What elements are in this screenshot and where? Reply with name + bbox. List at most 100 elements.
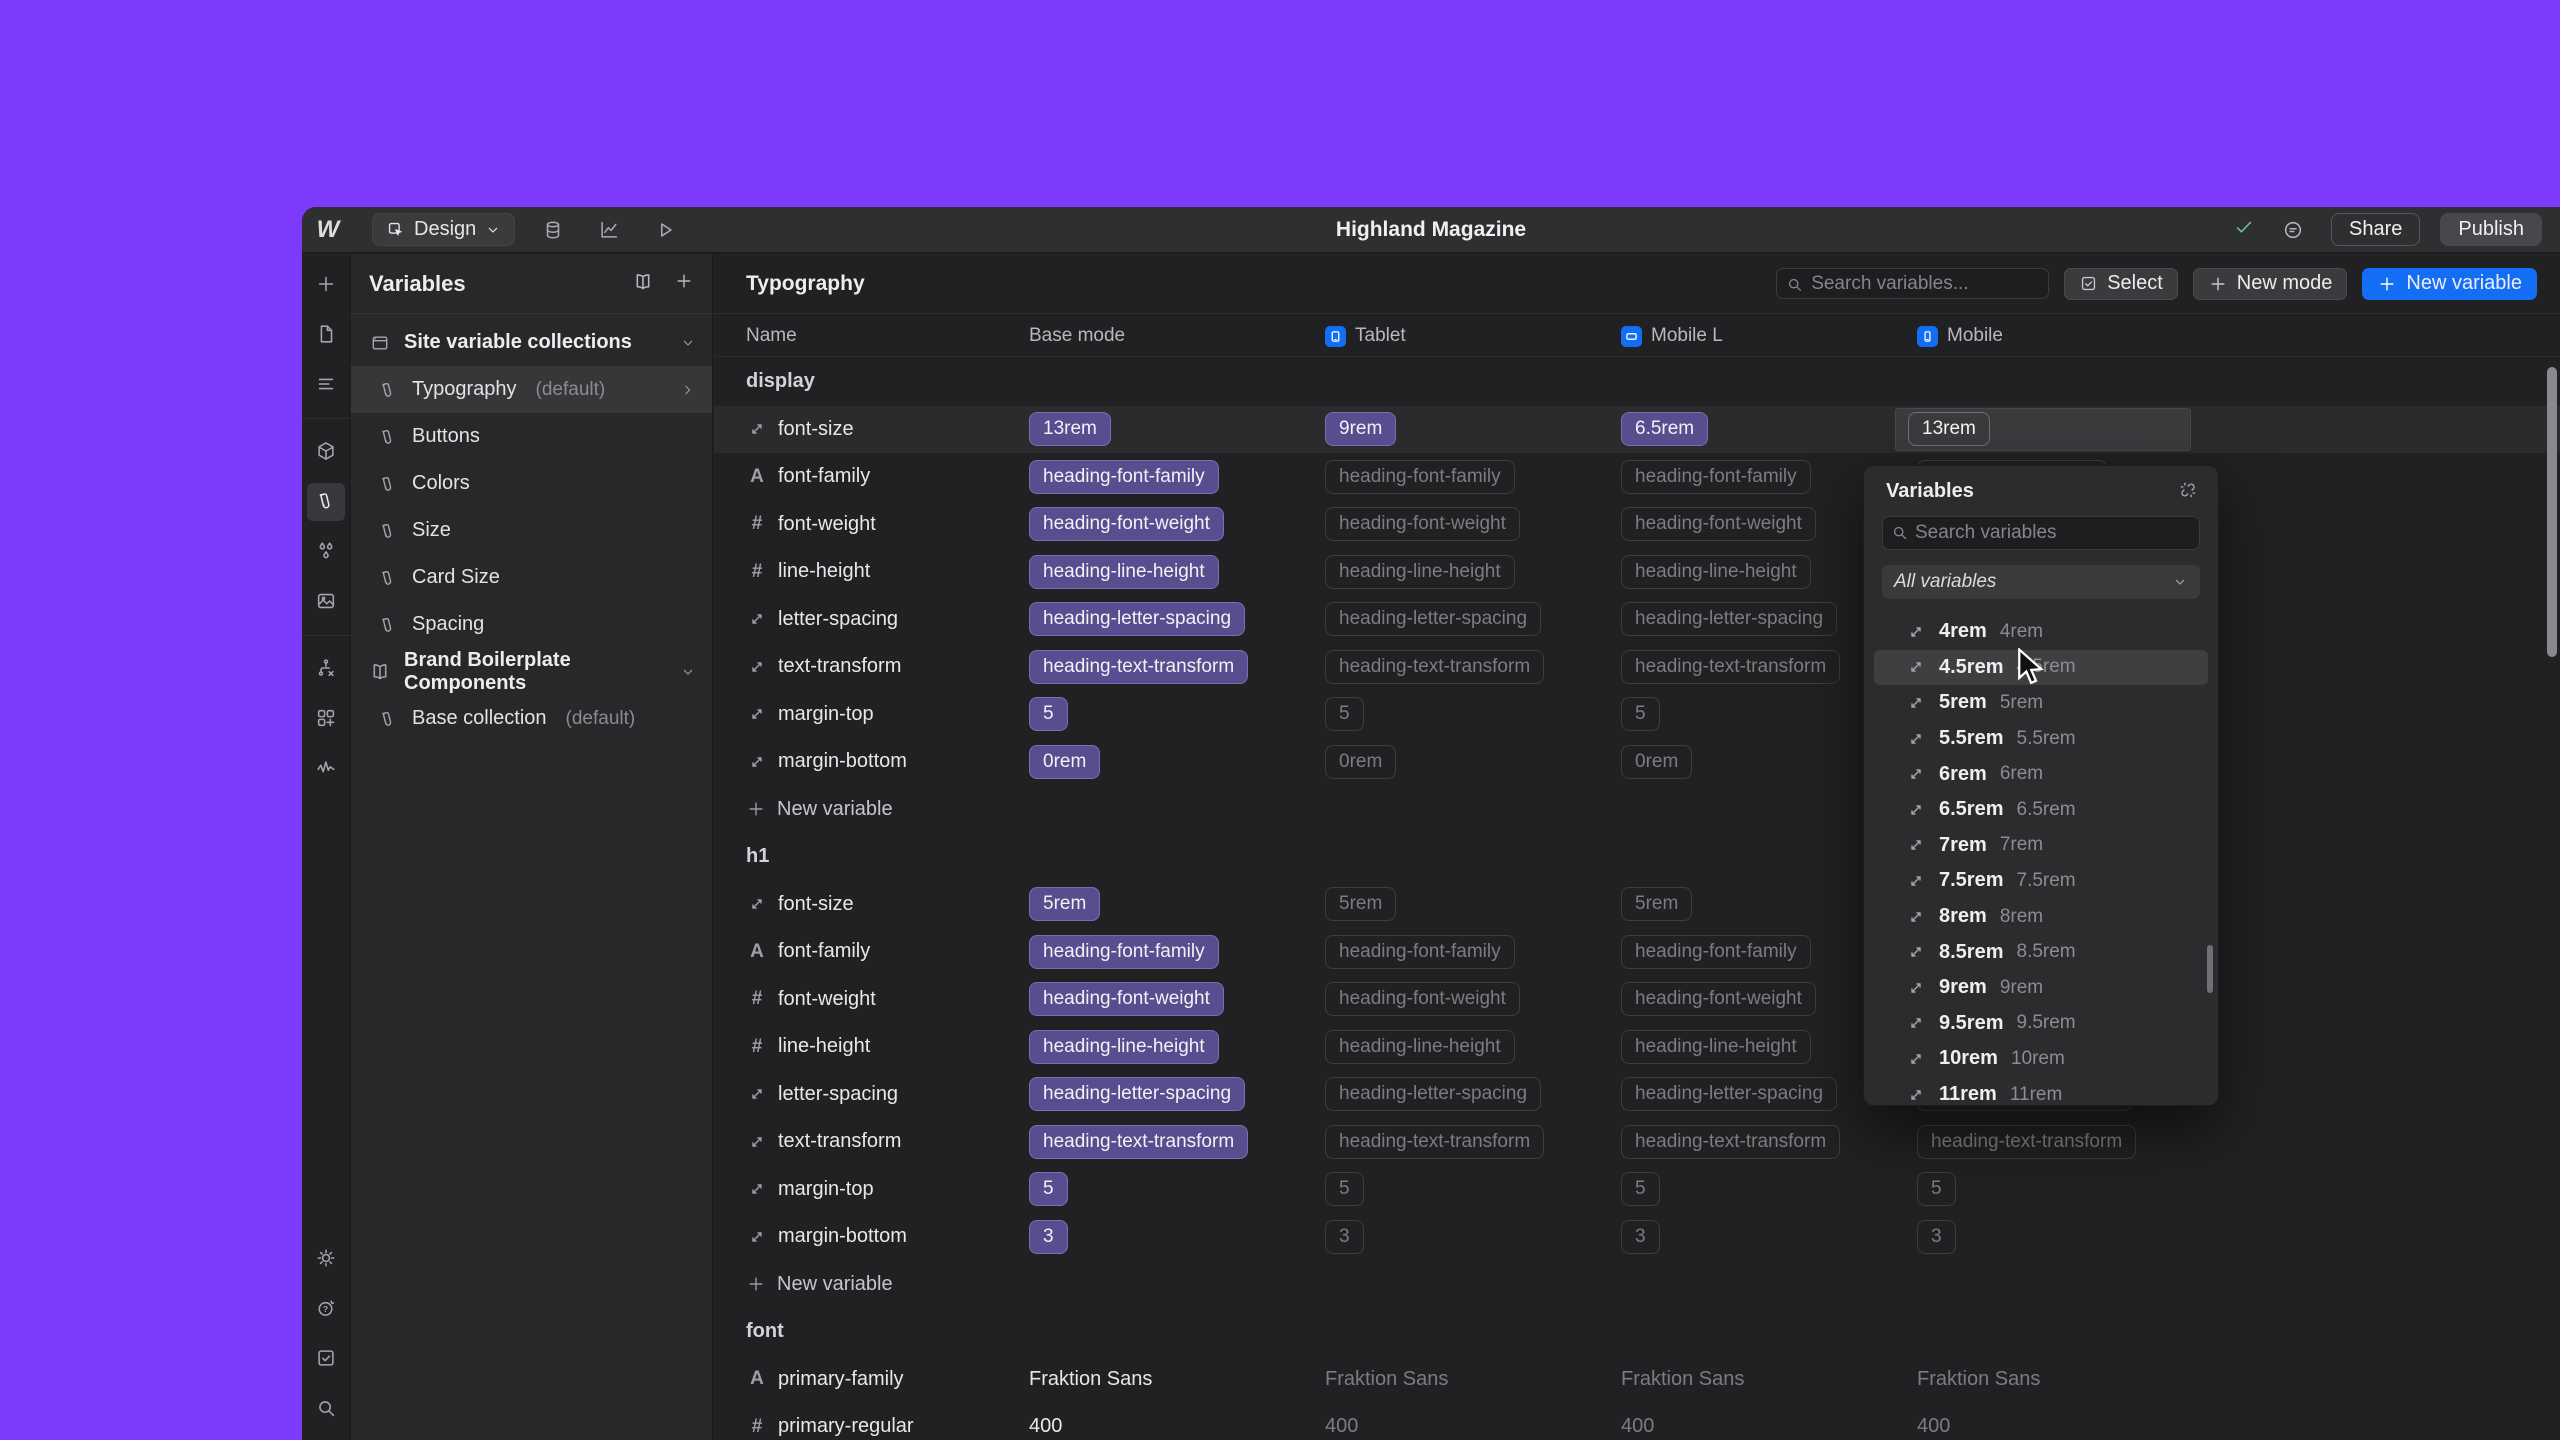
sidebar-section-site-variable-collections[interactable]: Site variable collections — [351, 319, 712, 366]
sidebar-item-size[interactable]: Size — [351, 507, 712, 554]
value-ghost-chip[interactable]: heading-letter-spacing — [1325, 602, 1541, 636]
toolbar-checklist-button[interactable] — [307, 1340, 345, 1378]
value-chip[interactable]: 5rem — [1029, 887, 1100, 921]
picker-option-6.5rem[interactable]: 6.5rem6.5rem — [1874, 792, 2208, 828]
value-chip[interactable]: heading-line-height — [1029, 555, 1219, 589]
value-chip[interactable]: 13rem — [1029, 412, 1111, 446]
variable-row-margin-top[interactable]: margin-top5555 — [714, 1166, 2560, 1214]
value-ghost-chip[interactable]: 5 — [1621, 697, 1660, 731]
value-chip[interactable]: heading-font-weight — [1029, 982, 1224, 1016]
variable-row-margin-bottom[interactable]: margin-bottom0rem0rem0rem0rem — [714, 738, 2560, 786]
value-ghost-chip[interactable]: 5rem — [1325, 887, 1396, 921]
sidebar-item-buttons[interactable]: Buttons — [351, 413, 712, 460]
toolbar-apps-grid-button[interactable] — [307, 700, 345, 738]
variable-row-primary-regular[interactable]: #primary-regular400400400400 — [714, 1403, 2560, 1440]
value-ghost-chip[interactable]: heading-letter-spacing — [1621, 1077, 1837, 1111]
add-collection-button[interactable] — [674, 271, 694, 296]
search-variables-input[interactable] — [1776, 268, 2049, 299]
toolbar-components-cube-button[interactable] — [307, 433, 345, 471]
select-button[interactable]: Select — [2064, 268, 2178, 300]
sidebar-item-base-collection[interactable]: Base collection(default) — [351, 695, 712, 742]
value-chip[interactable]: heading-text-transform — [1029, 650, 1248, 684]
value-ghost-chip[interactable]: 3 — [1621, 1220, 1660, 1254]
value-ghost-chip[interactable]: 5 — [1917, 1172, 1956, 1206]
sidebar-item-colors[interactable]: Colors — [351, 460, 712, 507]
value-chip[interactable]: 6.5rem — [1621, 412, 1708, 446]
share-button[interactable]: Share — [2331, 213, 2420, 246]
value-edit-cell[interactable]: 13rem — [1895, 408, 2191, 452]
toolbar-styles-drops-button[interactable] — [307, 533, 345, 571]
toolbar-find-button[interactable] — [307, 1390, 345, 1428]
sidebar-item-spacing[interactable]: Spacing — [351, 601, 712, 648]
library-book-button[interactable] — [632, 271, 654, 296]
value-ghost-chip[interactable]: heading-font-weight — [1621, 982, 1816, 1016]
toolbar-settings-gear-button[interactable] — [307, 1240, 345, 1278]
variable-row-font-size[interactable]: font-size5rem5rem5rem5rem — [714, 881, 2560, 929]
toolbar-variables-swatch-button[interactable] — [307, 483, 345, 521]
comments-button[interactable] — [2275, 212, 2311, 248]
value-ghost-chip[interactable]: 5 — [1621, 1172, 1660, 1206]
value-ghost-chip[interactable]: heading-letter-spacing — [1621, 602, 1837, 636]
value-ghost-chip[interactable]: heading-text-transform — [1917, 1125, 2136, 1159]
value-chip[interactable]: heading-line-height — [1029, 1030, 1219, 1064]
new-variable-row[interactable]: New variable — [714, 786, 2560, 834]
value-ghost-chip[interactable]: 3 — [1325, 1220, 1364, 1254]
new-variable-button[interactable]: New variable — [2362, 268, 2537, 300]
value-ghost-chip[interactable]: heading-text-transform — [1621, 650, 1840, 684]
variable-row-line-height[interactable]: #line-heightheading-line-heightheading-l… — [714, 548, 2560, 596]
value-chip[interactable]: 5 — [1029, 1172, 1068, 1206]
new-variable-row[interactable]: New variable — [714, 1261, 2560, 1309]
picker-option-7rem[interactable]: 7rem7rem — [1874, 828, 2208, 864]
variable-row-text-transform[interactable]: text-transformheading-text-transformhead… — [714, 1118, 2560, 1166]
value-ghost-chip[interactable]: 5 — [1325, 697, 1364, 731]
value-ghost-chip[interactable]: heading-font-family — [1621, 935, 1811, 969]
toolbar-logic-flow-button[interactable] — [307, 650, 345, 688]
variable-row-font-family[interactable]: Afont-familyheading-font-familyheading-f… — [714, 453, 2560, 501]
picker-option-6rem[interactable]: 6rem6rem — [1874, 756, 2208, 792]
value-text[interactable]: Fraktion Sans — [1917, 1368, 2040, 1391]
analytics-button[interactable] — [591, 212, 627, 248]
variable-row-line-height[interactable]: #line-heightheading-line-heightheading-l… — [714, 1023, 2560, 1071]
toolbar-assets-image-button[interactable] — [307, 583, 345, 621]
value-ghost-chip[interactable]: heading-font-weight — [1325, 507, 1520, 541]
value-chip[interactable]: 5 — [1029, 697, 1068, 731]
publish-button[interactable]: Publish — [2440, 213, 2542, 246]
value-chip[interactable]: heading-font-weight — [1029, 507, 1224, 541]
value-ghost-chip[interactable]: heading-text-transform — [1325, 1125, 1544, 1159]
picker-option-7.5rem[interactable]: 7.5rem7.5rem — [1874, 863, 2208, 899]
variables-filter-select[interactable]: All variables — [1882, 565, 2200, 599]
value-ghost-chip[interactable]: heading-line-height — [1325, 555, 1515, 589]
picker-option-8rem[interactable]: 8rem8rem — [1874, 899, 2208, 935]
variable-row-margin-bottom[interactable]: margin-bottom3333 — [714, 1213, 2560, 1261]
picker-search-input[interactable] — [1882, 516, 2200, 550]
variable-row-font-family[interactable]: Afont-familyheading-font-familyheading-f… — [714, 928, 2560, 976]
value-ghost-chip[interactable]: 0rem — [1325, 745, 1396, 779]
value-text[interactable]: 400 — [1325, 1415, 1358, 1438]
main-scrollbar-thumb[interactable] — [2547, 367, 2557, 657]
value-ghost-chip[interactable]: heading-line-height — [1621, 555, 1811, 589]
value-ghost-chip[interactable]: heading-font-weight — [1325, 982, 1520, 1016]
value-text[interactable]: Fraktion Sans — [1029, 1368, 1152, 1391]
value-ghost-chip[interactable]: 0rem — [1621, 745, 1692, 779]
value-ghost-chip[interactable]: heading-line-height — [1621, 1030, 1811, 1064]
unlink-button[interactable] — [2178, 480, 2198, 503]
picker-option-9.5rem[interactable]: 9.5rem9.5rem — [1874, 1006, 2208, 1042]
value-ghost-chip[interactable]: 5 — [1325, 1172, 1364, 1206]
picker-scrollbar-thumb[interactable] — [2207, 945, 2213, 993]
value-ghost-chip[interactable]: 5rem — [1621, 887, 1692, 921]
sidebar-section-brand-boilerplate-components[interactable]: Brand Boilerplate Components — [351, 648, 712, 695]
new-variable-action[interactable]: New variable — [746, 1261, 893, 1309]
picker-option-5.5rem[interactable]: 5.5rem5.5rem — [1874, 721, 2208, 757]
value-ghost-chip[interactable]: heading-font-weight — [1621, 507, 1816, 541]
value-chip[interactable]: heading-font-family — [1029, 935, 1219, 969]
picker-option-4rem[interactable]: 4rem4rem — [1874, 614, 2208, 650]
value-chip[interactable]: 0rem — [1029, 745, 1100, 779]
variable-row-letter-spacing[interactable]: letter-spacingheading-letter-spacinghead… — [714, 596, 2560, 644]
value-ghost-chip[interactable]: heading-font-family — [1621, 460, 1811, 494]
variable-row-font-size[interactable]: font-size13rem9rem6.5rem13rem — [714, 406, 2560, 454]
value-text[interactable]: Fraktion Sans — [1325, 1368, 1448, 1391]
toolbar-add-button[interactable] — [307, 266, 345, 304]
value-chip[interactable]: 3 — [1029, 1220, 1068, 1254]
preview-button[interactable] — [647, 212, 683, 248]
picker-option-10rem[interactable]: 10rem10rem — [1874, 1041, 2208, 1077]
